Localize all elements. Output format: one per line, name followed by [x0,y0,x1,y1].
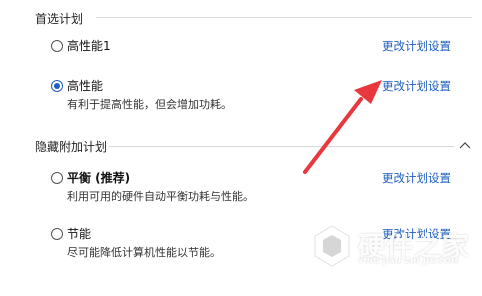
watermark-subtitle: YING JIAN ZHI JIA.COM [358,257,459,265]
watermark-logo-icon [314,225,350,267]
watermark: 硬件之家 YING JIAN ZHI JIA.COM [312,222,472,270]
